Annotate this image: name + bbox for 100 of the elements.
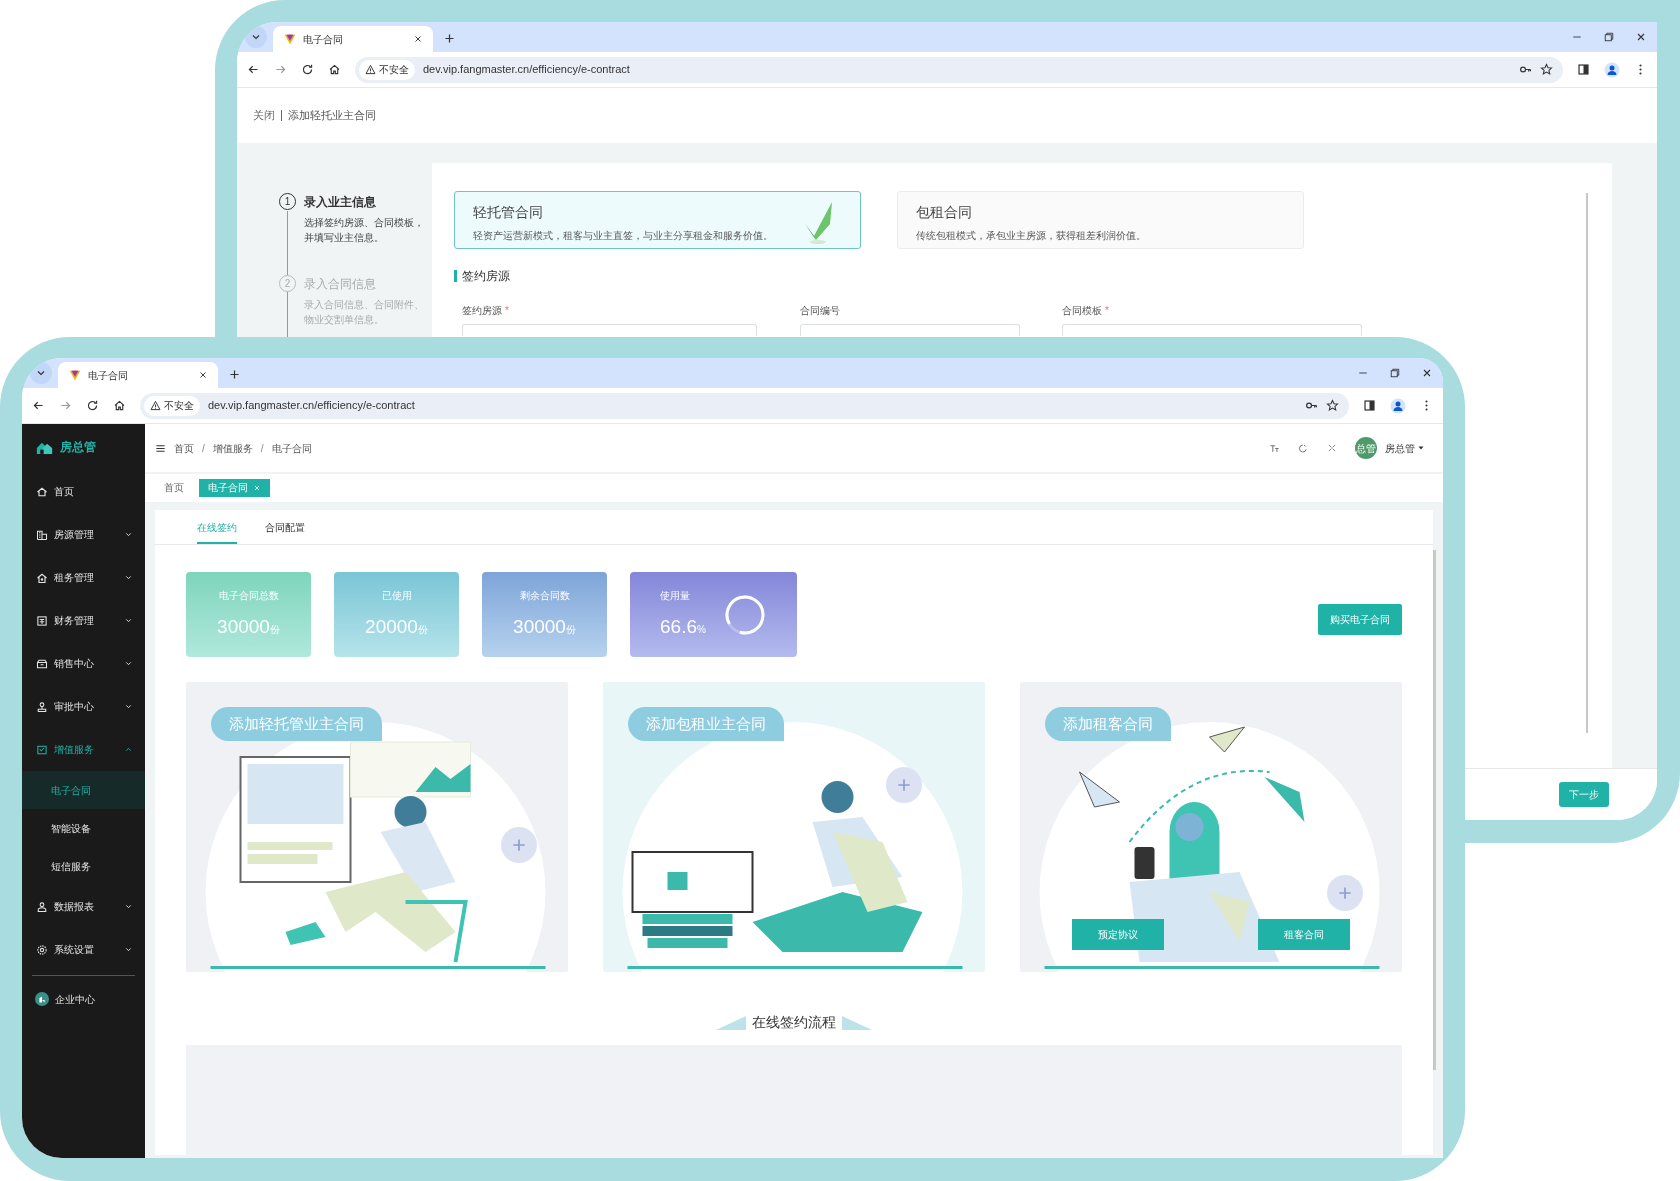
profile-icon[interactable]: [1390, 397, 1406, 414]
field-label: 合同模板: [1062, 304, 1102, 318]
section-title: 在线签约流程: [752, 1013, 836, 1032]
breadcrumb-link[interactable]: 增值服务: [212, 440, 253, 456]
stat-value: 66.6%: [660, 614, 706, 639]
scrollbar[interactable]: [1433, 550, 1436, 1070]
close-link[interactable]: 关闭: [253, 107, 275, 124]
stamp-icon: [36, 700, 48, 713]
close-icon[interactable]: [413, 34, 423, 44]
store-icon: [36, 657, 48, 670]
ledger-icon: [36, 614, 48, 627]
company-icon: [35, 992, 49, 1006]
back-icon[interactable]: [32, 399, 45, 412]
step-title: 录入业主信息: [304, 194, 377, 211]
section-title: 签约房源: [462, 268, 510, 285]
home-icon: [36, 485, 48, 498]
reload-icon[interactable]: [301, 63, 314, 76]
building-icon: [36, 528, 48, 541]
fullscreen-icon[interactable]: [1327, 443, 1337, 453]
field-label: 合同编号: [800, 304, 840, 318]
page-tab[interactable]: 首页: [155, 479, 193, 497]
card-label: 添加租客合同: [1045, 707, 1171, 741]
card-label: 添加包租业主合同: [628, 707, 784, 741]
security-chip[interactable]: 不安全: [359, 59, 415, 80]
sidebar-item[interactable]: 首页: [22, 470, 145, 513]
browser-tab[interactable]: 电子合同: [273, 26, 433, 52]
sidebar-item[interactable]: 财务管理: [22, 599, 145, 642]
contract-type-option[interactable]: 轻托管合同 轻资产运营新模式，租客与业主直签，与业主分享租金和服务价值。: [454, 191, 861, 249]
stat-label: 电子合同总数: [218, 588, 279, 603]
security-chip[interactable]: 不安全: [144, 395, 200, 416]
checklist-icon: [36, 743, 48, 756]
user-menu[interactable]: 房总管: [1385, 440, 1425, 456]
step-description: 录入合同信息、合同附件、物业交割单信息。: [304, 298, 425, 327]
address-field[interactable]: 不安全 dev.vip.fangmaster.cn/efficiency/e-contract: [140, 392, 1349, 419]
tab-search-button[interactable]: [245, 26, 267, 48]
person-icon: [36, 900, 48, 913]
forward-icon[interactable]: [274, 63, 287, 76]
step-number: 1: [279, 193, 296, 210]
browser-tab[interactable]: 电子合同: [58, 362, 218, 388]
restore-icon[interactable]: [1603, 31, 1615, 43]
contract-type-option[interactable]: 包租合同 传统包租模式，承包业主房源，获得租差利润价值。: [897, 191, 1304, 249]
sidebar-item[interactable]: 审批中心: [22, 685, 145, 728]
breadcrumb-link[interactable]: 首页: [174, 440, 194, 456]
new-tab-icon[interactable]: [443, 32, 456, 45]
tab-search-button[interactable]: [30, 362, 52, 384]
menu-icon[interactable]: [155, 442, 166, 454]
stat-value: 30000份: [513, 614, 576, 639]
profile-icon[interactable]: [1604, 61, 1620, 78]
sidebar-item[interactable]: 销售中心: [22, 642, 145, 685]
site-logo-icon: [283, 32, 297, 46]
input-field[interactable]: [462, 324, 757, 336]
sidebar-item[interactable]: 房源管理: [22, 513, 145, 556]
forward-icon[interactable]: [59, 399, 72, 412]
side-panel-icon[interactable]: [1577, 63, 1590, 76]
close-icon[interactable]: [198, 370, 208, 380]
key-icon[interactable]: [1305, 399, 1318, 412]
home-icon[interactable]: [328, 63, 341, 76]
submenu-item[interactable]: 短信服务: [22, 847, 145, 885]
stat-label: 已使用: [381, 588, 412, 603]
submenu-item[interactable]: 智能设备: [22, 809, 145, 847]
sidebar-item[interactable]: 租务管理: [22, 556, 145, 599]
warning-icon: [365, 64, 376, 75]
input-field[interactable]: [800, 324, 1020, 336]
home-icon[interactable]: [113, 399, 126, 412]
reload-icon[interactable]: [86, 399, 99, 412]
bookmark-star-icon[interactable]: [1540, 63, 1553, 76]
card-label: 添加轻托管业主合同: [211, 707, 382, 741]
input-field[interactable]: [1062, 324, 1362, 336]
refresh-icon[interactable]: [1298, 442, 1309, 454]
dropdown-icon: [1417, 444, 1425, 452]
stat-value: 30000份: [217, 614, 280, 639]
page-title: 添加轻托业主合同: [288, 108, 376, 124]
address-field[interactable]: 不安全 dev.vip.fangmaster.cn/efficiency/e-contract: [355, 56, 1563, 83]
submenu-item[interactable]: 电子合同: [22, 771, 145, 809]
option-description: 传统包租模式，承包业主房源，获得租差利润价值。: [916, 229, 1147, 243]
brand-name: 房总管: [60, 439, 96, 456]
sidebar-item[interactable]: 企业中心: [22, 976, 145, 1022]
url-text: dev.vip.fangmaster.cn/efficiency/e-contract: [423, 62, 631, 78]
new-tab-icon[interactable]: [228, 368, 241, 381]
settings-icon: [36, 943, 48, 956]
sidebar-item[interactable]: 数据报表: [22, 885, 145, 928]
scrollbar[interactable]: [1586, 193, 1588, 733]
text-size-icon[interactable]: [1269, 442, 1280, 454]
bookmark-star-icon[interactable]: [1326, 399, 1339, 412]
tab-title: 电子合同: [88, 368, 129, 383]
url-text: dev.vip.fangmaster.cn/efficiency/e-contract: [208, 398, 416, 414]
back-icon[interactable]: [247, 63, 260, 76]
close-icon[interactable]: [1421, 367, 1433, 379]
content-tab[interactable]: 合同配置: [265, 520, 305, 544]
option-title: 轻托管合同: [473, 203, 544, 222]
side-panel-icon[interactable]: [1363, 399, 1376, 412]
field-label: 签约房源: [462, 304, 502, 318]
key-icon[interactable]: [1519, 63, 1532, 76]
house-icon: [36, 571, 48, 584]
close-icon[interactable]: [1635, 31, 1647, 43]
restore-icon[interactable]: [1389, 367, 1401, 379]
sidebar-item[interactable]: 增值服务: [22, 728, 145, 771]
option-description: 轻资产运营新模式，租客与业主直签，与业主分享租金和服务价值。: [473, 229, 774, 243]
stat-label: 剩余合同数: [519, 588, 570, 603]
sidebar-item[interactable]: 系统设置: [22, 928, 145, 971]
